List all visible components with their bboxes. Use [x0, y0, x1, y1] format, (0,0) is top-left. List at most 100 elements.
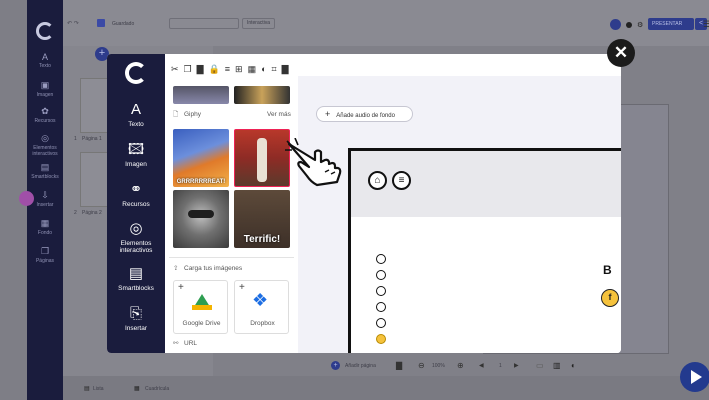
bg-sidebar-image[interactable]: ▣ Imagen — [27, 80, 63, 98]
bg-sidebar-interactive[interactable]: ◎ Elementos interactivos — [27, 133, 63, 157]
pointing-hand-icon — [285, 138, 342, 187]
top-bar: ↶ ↷ Guardado Interactiva ⚙ PRESENTAR < ☰ — [63, 0, 709, 46]
lights-image[interactable] — [234, 86, 290, 104]
bg-sidebar-text[interactable]: A Texto — [27, 52, 63, 69]
list-view-tab[interactable]: Lista — [93, 386, 104, 392]
zoom-in-icon[interactable]: ⊕ — [457, 361, 464, 370]
grid-view-icon[interactable]: ▥ — [553, 361, 561, 370]
settings-icon[interactable]: ⚙ — [637, 21, 643, 29]
page-label-1: Página 1 — [82, 136, 102, 142]
insert-icon: ⎘ — [129, 305, 142, 322]
shape-icon[interactable]: ▇ — [282, 64, 294, 74]
delete-page-icon[interactable]: ▇ — [396, 361, 402, 370]
modal-sidebar-smartblocks[interactable]: ▤ Smartblocks — [107, 266, 165, 293]
page-label-2: Página 2 — [82, 210, 102, 216]
radio-option[interactable] — [376, 302, 386, 312]
slide-badge[interactable]: f — [601, 289, 619, 307]
terrific-gif[interactable]: Terrific! — [234, 190, 290, 248]
text-icon: A — [130, 101, 141, 118]
grid-view-tab[interactable]: Cuadrícula — [145, 386, 169, 392]
dance-gif[interactable] — [234, 129, 290, 187]
menu-icon[interactable]: ☰ — [703, 19, 709, 30]
interactive-toggle[interactable]: Interactiva — [242, 18, 275, 29]
home-icon[interactable]: ⌂ — [368, 171, 387, 190]
modal-sidebar: A Texto 🖾 Imagen ⚭ Recursos ◎ Elementos … — [107, 54, 165, 353]
modal-sidebar-text[interactable]: A Texto — [107, 101, 165, 129]
modal-sidebar-interactive[interactable]: ◎ Elementos interactivos — [107, 220, 165, 255]
google-drive-icon-bar — [192, 305, 212, 310]
add-icon: + — [178, 282, 184, 293]
tiger-gif[interactable]: GRRRRRRREAT! — [173, 129, 229, 187]
image-icon: 🖾 — [127, 141, 145, 158]
bg-sidebar-background[interactable]: ▦ Fondo — [27, 218, 63, 236]
modal-sidebar-resources[interactable]: ⚭ Recursos — [107, 181, 165, 209]
transparency-icon[interactable]: ▦ — [248, 64, 262, 74]
raccoon-gif[interactable] — [173, 190, 229, 248]
image-icon: ▣ — [40, 80, 50, 90]
add-icon: + — [239, 282, 245, 293]
add-audio-button[interactable]: + Añade audio de fondo — [316, 106, 413, 122]
layers-icon[interactable]: ◐ — [571, 361, 576, 370]
image-panel: 🗋 Giphy Ver más GRRRRRRREAT! Terrific! ⇪… — [165, 76, 298, 353]
see-more-link[interactable]: Ver más — [267, 111, 291, 118]
modal-sidebar-insert[interactable]: ⎘ Insertar — [107, 305, 165, 333]
menu-icon[interactable]: ≡ — [392, 171, 411, 190]
copy-icon[interactable]: ❐ — [184, 64, 197, 74]
trash-icon[interactable]: ▇ — [197, 64, 209, 74]
add-page-plus-icon[interactable]: + — [331, 361, 340, 370]
fit-screen-icon[interactable]: ▭ — [536, 361, 544, 370]
color-icon[interactable]: ◐ — [261, 64, 271, 74]
dropbox-icon: ❖ — [252, 290, 269, 310]
giphy-label: Giphy — [184, 111, 201, 118]
raccoon-mask — [188, 210, 214, 218]
upload-label: Carga tus imágenes — [184, 265, 243, 272]
slide-letter: B — [603, 263, 612, 277]
add-page-label[interactable]: Añadir página — [345, 363, 376, 369]
lock-icon[interactable]: 🔒 — [209, 64, 225, 74]
text-icon: A — [41, 52, 48, 62]
resources-icon: ⚭ — [129, 181, 143, 198]
radio-option-selected[interactable] — [376, 334, 386, 344]
cursor-highlight — [19, 191, 34, 206]
cut-icon[interactable]: ✂ — [165, 64, 184, 74]
url-label[interactable]: URL — [184, 340, 197, 347]
crop-icon[interactable]: ⌗ — [272, 64, 282, 74]
radio-option[interactable] — [376, 318, 386, 328]
radio-option[interactable] — [376, 270, 386, 280]
prev-page-icon[interactable]: ◀ — [479, 362, 484, 369]
bg-sidebar-resources[interactable]: ✿ Recursos — [27, 106, 63, 124]
slide-header — [351, 151, 621, 217]
grid-view-tab-icon[interactable]: ▦ — [134, 385, 140, 392]
title-input[interactable] — [169, 18, 239, 29]
preview-icon[interactable] — [626, 22, 632, 28]
interactive-icon: ◎ — [129, 220, 143, 237]
bg-sidebar-smartblocks[interactable]: ▤ Smartblocks — [27, 162, 63, 180]
radio-option[interactable] — [376, 286, 386, 296]
align-icon[interactable]: ⊞ — [235, 64, 248, 74]
resources-icon: ✿ — [41, 106, 49, 116]
page-number-1: 1 — [74, 136, 77, 142]
close-modal-button[interactable]: ✕ — [607, 39, 635, 67]
app-logo — [36, 22, 54, 40]
play-button[interactable] — [680, 362, 709, 392]
avatar[interactable] — [610, 19, 621, 30]
page-indicator: 1 — [499, 363, 502, 369]
zoom-out-icon[interactable]: ⊖ — [418, 361, 425, 370]
link-icon: ⚯ — [173, 340, 179, 347]
undo-icon[interactable]: ↶ ↷ — [67, 20, 79, 27]
dancer-figure — [257, 138, 267, 182]
save-status: Guardado — [112, 21, 135, 27]
list-view-icon[interactable]: ▤ — [84, 385, 90, 392]
giphy-icon: 🗋 — [173, 111, 179, 118]
present-button[interactable]: PRESENTAR — [648, 18, 694, 30]
tutorial-modal: A Texto 🖾 Imagen ⚭ Recursos ◎ Elementos … — [107, 54, 621, 353]
google-drive-card[interactable]: + Google Drive — [173, 280, 228, 334]
city-image[interactable] — [173, 86, 229, 104]
modal-sidebar-image[interactable]: 🖾 Imagen — [107, 141, 165, 169]
next-page-icon[interactable]: ▶ — [514, 362, 519, 369]
genially-logo — [125, 62, 147, 84]
layers-icon[interactable]: ≡ — [225, 64, 235, 74]
radio-option[interactable] — [376, 254, 386, 264]
dropbox-card[interactable]: + ❖ Dropbox — [234, 280, 289, 334]
bg-sidebar-pages[interactable]: ❐ Páginas — [27, 246, 63, 264]
